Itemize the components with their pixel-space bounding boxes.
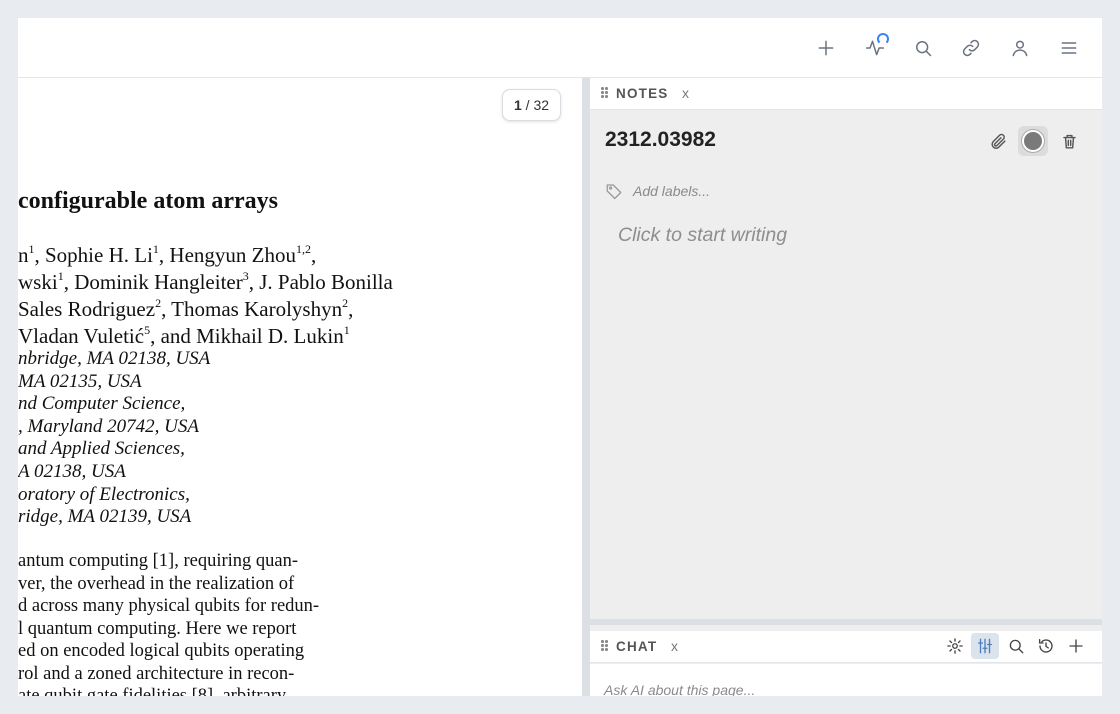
total-pages: 32	[533, 97, 550, 113]
app-window: configurable atom arrays n1, Sophie H. L…	[18, 18, 1102, 696]
menu-icon[interactable]	[1055, 34, 1083, 62]
link-icon[interactable]	[957, 34, 985, 62]
notes-header: NOTES x	[590, 78, 1102, 110]
add-labels-field[interactable]: Add labels...	[605, 182, 710, 200]
sliders-icon[interactable]	[971, 633, 999, 659]
paper-title: configurable atom arrays	[18, 188, 278, 214]
abstract-line: rol and a zoned architecture in recon-	[18, 663, 295, 684]
pdf-page: configurable atom arrays n1, Sophie H. L…	[18, 78, 582, 696]
pdf-viewer[interactable]: configurable atom arrays n1, Sophie H. L…	[18, 78, 582, 696]
panel-resize-handle[interactable]	[582, 78, 590, 696]
affiliation-line: A 02138, USA	[18, 460, 126, 482]
paper-abstract: antum computing [1], requiring quan- ver…	[18, 550, 319, 696]
chat-close-button[interactable]: x	[671, 638, 678, 654]
side-panel: NOTES x 2312.03982 Add labels... Click t…	[590, 78, 1102, 696]
affiliation-line: ridge, MA 02139, USA	[18, 506, 192, 528]
drag-handle-icon[interactable]	[601, 87, 609, 99]
page-counter[interactable]: 1 / 32	[502, 89, 562, 121]
record-button[interactable]	[1018, 126, 1048, 156]
chat-divider[interactable]	[590, 619, 1102, 625]
attachment-icon[interactable]	[983, 126, 1013, 156]
affiliation-line: , Maryland 20742, USA	[18, 415, 200, 437]
abstract-line: antum computing [1], requiring quan-	[18, 551, 299, 571]
new-chat-icon[interactable]	[1062, 633, 1090, 659]
chat-input[interactable]: Ask AI about this page...	[590, 664, 1102, 696]
chat-input-placeholder: Ask AI about this page...	[604, 682, 756, 696]
record-icon	[1022, 130, 1044, 152]
affiliation-line: oratory of Electronics,	[18, 483, 190, 505]
author-line: Vladan Vuletić5, and Mikhail D. Lukin1	[18, 323, 350, 348]
labels-placeholder: Add labels...	[633, 183, 711, 199]
affiliation-line: and Applied Sciences,	[18, 438, 185, 460]
note-editor[interactable]: Click to start writing	[618, 224, 787, 247]
chat-title: CHAT	[616, 639, 658, 654]
abstract-line: ate qubit gate fidelities [8], arbitrary	[18, 686, 287, 696]
chat-header: CHAT x	[590, 631, 1102, 663]
notification-indicator	[877, 33, 889, 45]
chat-search-icon[interactable]	[1002, 633, 1030, 659]
current-page: 1	[514, 97, 522, 113]
paper-affiliations: nbridge, MA 02138, USA MA 02135, USA nd …	[18, 348, 210, 529]
affiliation-line: nd Computer Science,	[18, 393, 186, 415]
notes-close-button[interactable]: x	[682, 85, 689, 101]
author-line: Sales Rodriguez2, Thomas Karolyshyn2,	[18, 296, 354, 321]
note-title[interactable]: 2312.03982	[605, 128, 716, 152]
user-icon[interactable]	[1006, 34, 1034, 62]
tag-icon	[606, 184, 622, 200]
affiliation-line: MA 02135, USA	[18, 370, 142, 392]
abstract-line: ver, the overhead in the realization of	[18, 573, 295, 594]
author-line: wski1, Dominik Hangleiter3, J. Pablo Bon…	[18, 269, 393, 294]
trash-icon[interactable]	[1054, 126, 1084, 156]
author-line: n1, Sophie H. Li1, Hengyun Zhou1,2,	[18, 242, 317, 267]
abstract-line: ed on encoded logical qubits operating	[18, 641, 305, 661]
settings-icon[interactable]	[941, 633, 969, 659]
affiliation-line: nbridge, MA 02138, USA	[18, 348, 211, 369]
plus-icon[interactable]	[812, 34, 840, 62]
abstract-line: d across many physical qubits for redun-	[18, 596, 320, 616]
search-icon[interactable]	[909, 34, 937, 62]
history-icon[interactable]	[1032, 633, 1060, 659]
notes-title: NOTES	[616, 86, 669, 101]
paper-authors: n1, Sophie H. Li1, Hengyun Zhou1,2, wski…	[18, 242, 393, 350]
abstract-line: l quantum computing. Here we report	[18, 618, 297, 639]
activity-icon[interactable]	[861, 33, 889, 62]
top-toolbar	[18, 18, 1102, 78]
drag-handle-icon[interactable]	[601, 640, 609, 652]
